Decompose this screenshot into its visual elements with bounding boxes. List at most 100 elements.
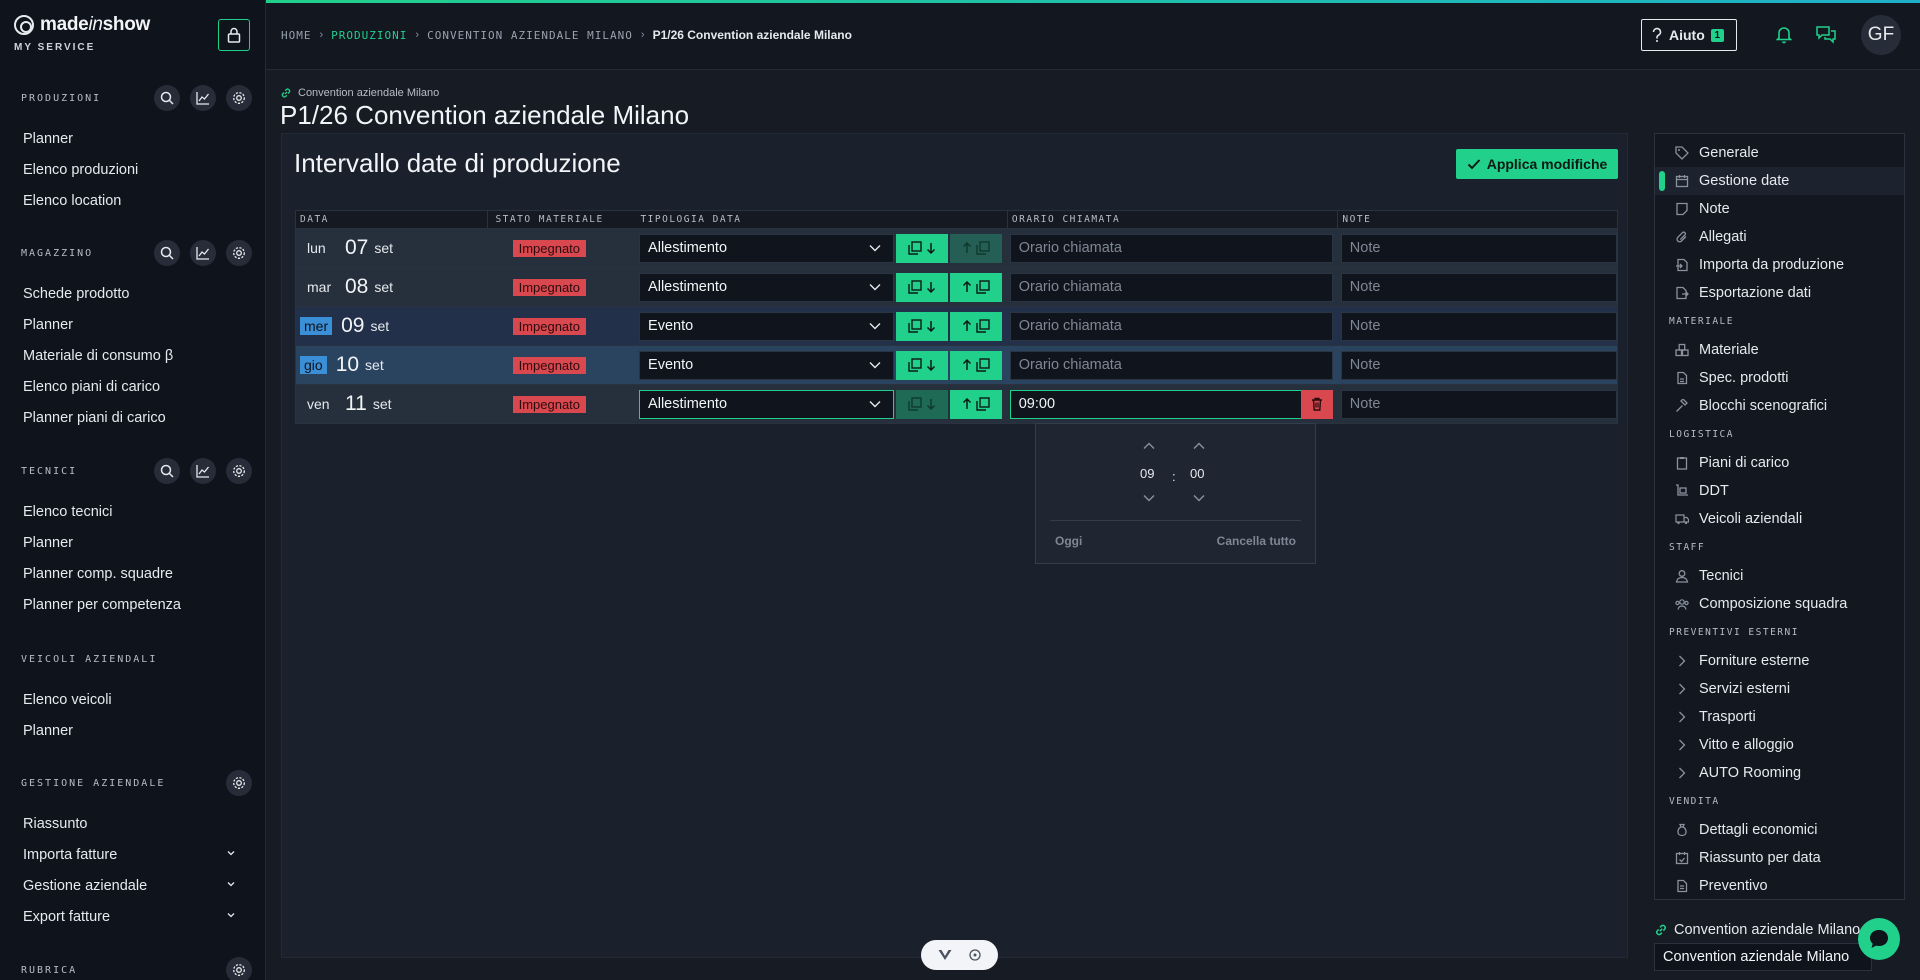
nav-vitto-alloggio[interactable]: Vitto e alloggio	[1655, 731, 1904, 759]
copy-up-button[interactable]	[949, 311, 1002, 341]
breadcrumb-produzioni[interactable]: PRODUZIONI	[331, 29, 407, 42]
nav-materiale[interactable]: Materiale	[1655, 336, 1904, 364]
nav-dettagli-economici[interactable]: Dettagli economici	[1655, 816, 1904, 844]
notifications-button[interactable]	[1774, 24, 1794, 47]
clear-all-button[interactable]: Cancella tutto	[1217, 534, 1296, 548]
sidebar-item-riassunto[interactable]: Riassunto	[0, 808, 265, 839]
clear-time-button[interactable]	[1300, 389, 1333, 419]
nav-composizione-squadra[interactable]: Composizione squadra	[1655, 590, 1904, 618]
copy-down-button[interactable]	[896, 389, 948, 419]
today-button[interactable]: Oggi	[1055, 534, 1082, 548]
sidebar-item-elenco-location[interactable]: Elenco location	[0, 185, 265, 216]
hour-value[interactable]: 09	[1140, 466, 1154, 481]
settings-button[interactable]	[226, 240, 252, 266]
note-input[interactable]: Note	[1340, 233, 1617, 263]
minute-up-icon[interactable]	[1193, 442, 1205, 450]
sidebar-item-planner-competenza[interactable]: Planner per competenza	[0, 589, 265, 620]
note-input[interactable]: Note	[1340, 311, 1617, 341]
lock-button[interactable]	[218, 19, 250, 51]
minute-down-icon[interactable]	[1193, 494, 1205, 502]
call-time-input[interactable]: Orario chiamata	[1009, 233, 1333, 263]
nav-piani-carico[interactable]: Piani di carico	[1655, 449, 1904, 477]
sidebar-item-planner[interactable]: Planner	[0, 527, 265, 558]
copy-down-button[interactable]	[896, 272, 948, 302]
call-time-input[interactable]: Orario chiamata	[1009, 311, 1333, 341]
nav-veicoli-aziendali[interactable]: Veicoli aziendali	[1655, 505, 1904, 533]
copy-up-button[interactable]	[949, 272, 1002, 302]
nav-esportazione-dati[interactable]: Esportazione dati	[1655, 279, 1904, 307]
sidebar-item-elenco-piani-carico[interactable]: Elenco piani di carico	[0, 371, 265, 402]
month: set	[374, 240, 394, 256]
settings-button[interactable]	[226, 458, 252, 484]
apply-changes-button[interactable]: Applica modifiche	[1456, 149, 1618, 179]
settings-button[interactable]	[226, 85, 252, 111]
call-time-input[interactable]: Orario chiamata	[1009, 350, 1333, 380]
type-select[interactable]: Allestimento	[639, 272, 895, 302]
copy-up-button[interactable]	[949, 233, 1002, 263]
nav-spec-prodotti[interactable]: Spec. prodotti	[1655, 364, 1904, 392]
copy-down-button[interactable]	[896, 233, 948, 263]
copy-up-button[interactable]	[949, 389, 1002, 419]
avatar[interactable]: GF	[1861, 15, 1901, 55]
search-button[interactable]	[154, 240, 180, 266]
type-select[interactable]: Allestimento	[639, 233, 895, 263]
stats-button[interactable]	[190, 458, 216, 484]
type-select[interactable]: Evento	[639, 350, 895, 380]
stats-button[interactable]	[190, 85, 216, 111]
breadcrumb-home[interactable]: HOME	[281, 29, 312, 42]
view-toggle[interactable]	[921, 940, 998, 970]
type-select[interactable]: Evento	[639, 311, 895, 341]
call-time-input[interactable]: 09:00	[1009, 389, 1302, 419]
production-select[interactable]: Convention aziendale Milano	[1654, 943, 1872, 971]
copy-down-button[interactable]	[896, 350, 948, 380]
nav-servizi-esterni[interactable]: Servizi esterni	[1655, 675, 1904, 703]
nav-trasporti[interactable]: Trasporti	[1655, 703, 1904, 731]
chat-fab-button[interactable]	[1858, 918, 1900, 960]
nav-allegati[interactable]: Allegati	[1655, 223, 1904, 251]
nav-blocchi-scenografici[interactable]: Blocchi scenografici	[1655, 392, 1904, 420]
note-input[interactable]: Note	[1340, 272, 1617, 302]
search-button[interactable]	[154, 85, 180, 111]
sidebar-item-elenco-tecnici[interactable]: Elenco tecnici	[0, 496, 265, 527]
nav-forniture-esterne[interactable]: Forniture esterne	[1655, 647, 1904, 675]
nav-auto-rooming[interactable]: AUTO Rooming	[1655, 759, 1904, 787]
nav-preventivo[interactable]: Preventivo	[1655, 872, 1904, 900]
sidebar-item-importa-fatture[interactable]: Importa fatture	[0, 839, 265, 870]
sidebar-item-planner[interactable]: Planner	[0, 715, 265, 746]
sidebar-item-gestione-aziendale[interactable]: Gestione aziendale	[0, 870, 265, 901]
messages-button[interactable]	[1815, 24, 1837, 47]
sidebar-item-schede-prodotto[interactable]: Schede prodotto	[0, 278, 265, 309]
sidebar-item-planner-comp-squadre[interactable]: Planner comp. squadre	[0, 558, 265, 589]
nav-ddt[interactable]: DDT	[1655, 477, 1904, 505]
nav-riassunto-per-data[interactable]: Riassunto per data	[1655, 844, 1904, 872]
nav-gestione-date[interactable]: Gestione date	[1655, 167, 1904, 195]
sidebar-item-planner[interactable]: Planner	[0, 123, 265, 154]
hour-down-icon[interactable]	[1143, 494, 1155, 502]
search-button[interactable]	[154, 458, 180, 484]
sidebar-item-elenco-veicoli[interactable]: Elenco veicoli	[0, 684, 265, 715]
sidebar-item-elenco-produzioni[interactable]: Elenco produzioni	[0, 154, 265, 185]
call-time-input[interactable]: Orario chiamata	[1009, 272, 1333, 302]
nav-tecnici[interactable]: Tecnici	[1655, 562, 1904, 590]
nav-note[interactable]: Note	[1655, 195, 1904, 223]
sidebar-item-materiale-consumo[interactable]: Materiale di consumo β	[0, 340, 265, 371]
note-input[interactable]: Note	[1340, 350, 1617, 380]
stats-button[interactable]	[190, 240, 216, 266]
note-input[interactable]: Note	[1340, 389, 1617, 419]
settings-button[interactable]	[226, 957, 252, 980]
linked-production[interactable]: Convention aziendale Milano	[1654, 922, 1860, 938]
help-button[interactable]: Aiuto 1	[1641, 19, 1737, 51]
nav-importa-produzione[interactable]: Importa da produzione	[1655, 251, 1904, 279]
nav-generale[interactable]: Generale	[1655, 139, 1904, 167]
hour-up-icon[interactable]	[1143, 442, 1155, 450]
sidebar-item-export-fatture[interactable]: Export fatture	[0, 901, 265, 932]
sidebar-item-planner-piani-carico[interactable]: Planner piani di carico	[0, 402, 265, 433]
type-select[interactable]: Allestimento	[639, 389, 895, 419]
breadcrumb-convention[interactable]: CONVENTION AZIENDALE MILANO	[427, 29, 633, 42]
copy-up-button[interactable]	[949, 350, 1002, 380]
sidebar-item-planner[interactable]: Planner	[0, 309, 265, 340]
settings-button[interactable]	[226, 770, 252, 796]
copy-down-button[interactable]	[896, 311, 948, 341]
minute-value[interactable]: 00	[1190, 466, 1204, 481]
parent-link[interactable]: Convention aziendale Milano	[280, 87, 439, 99]
